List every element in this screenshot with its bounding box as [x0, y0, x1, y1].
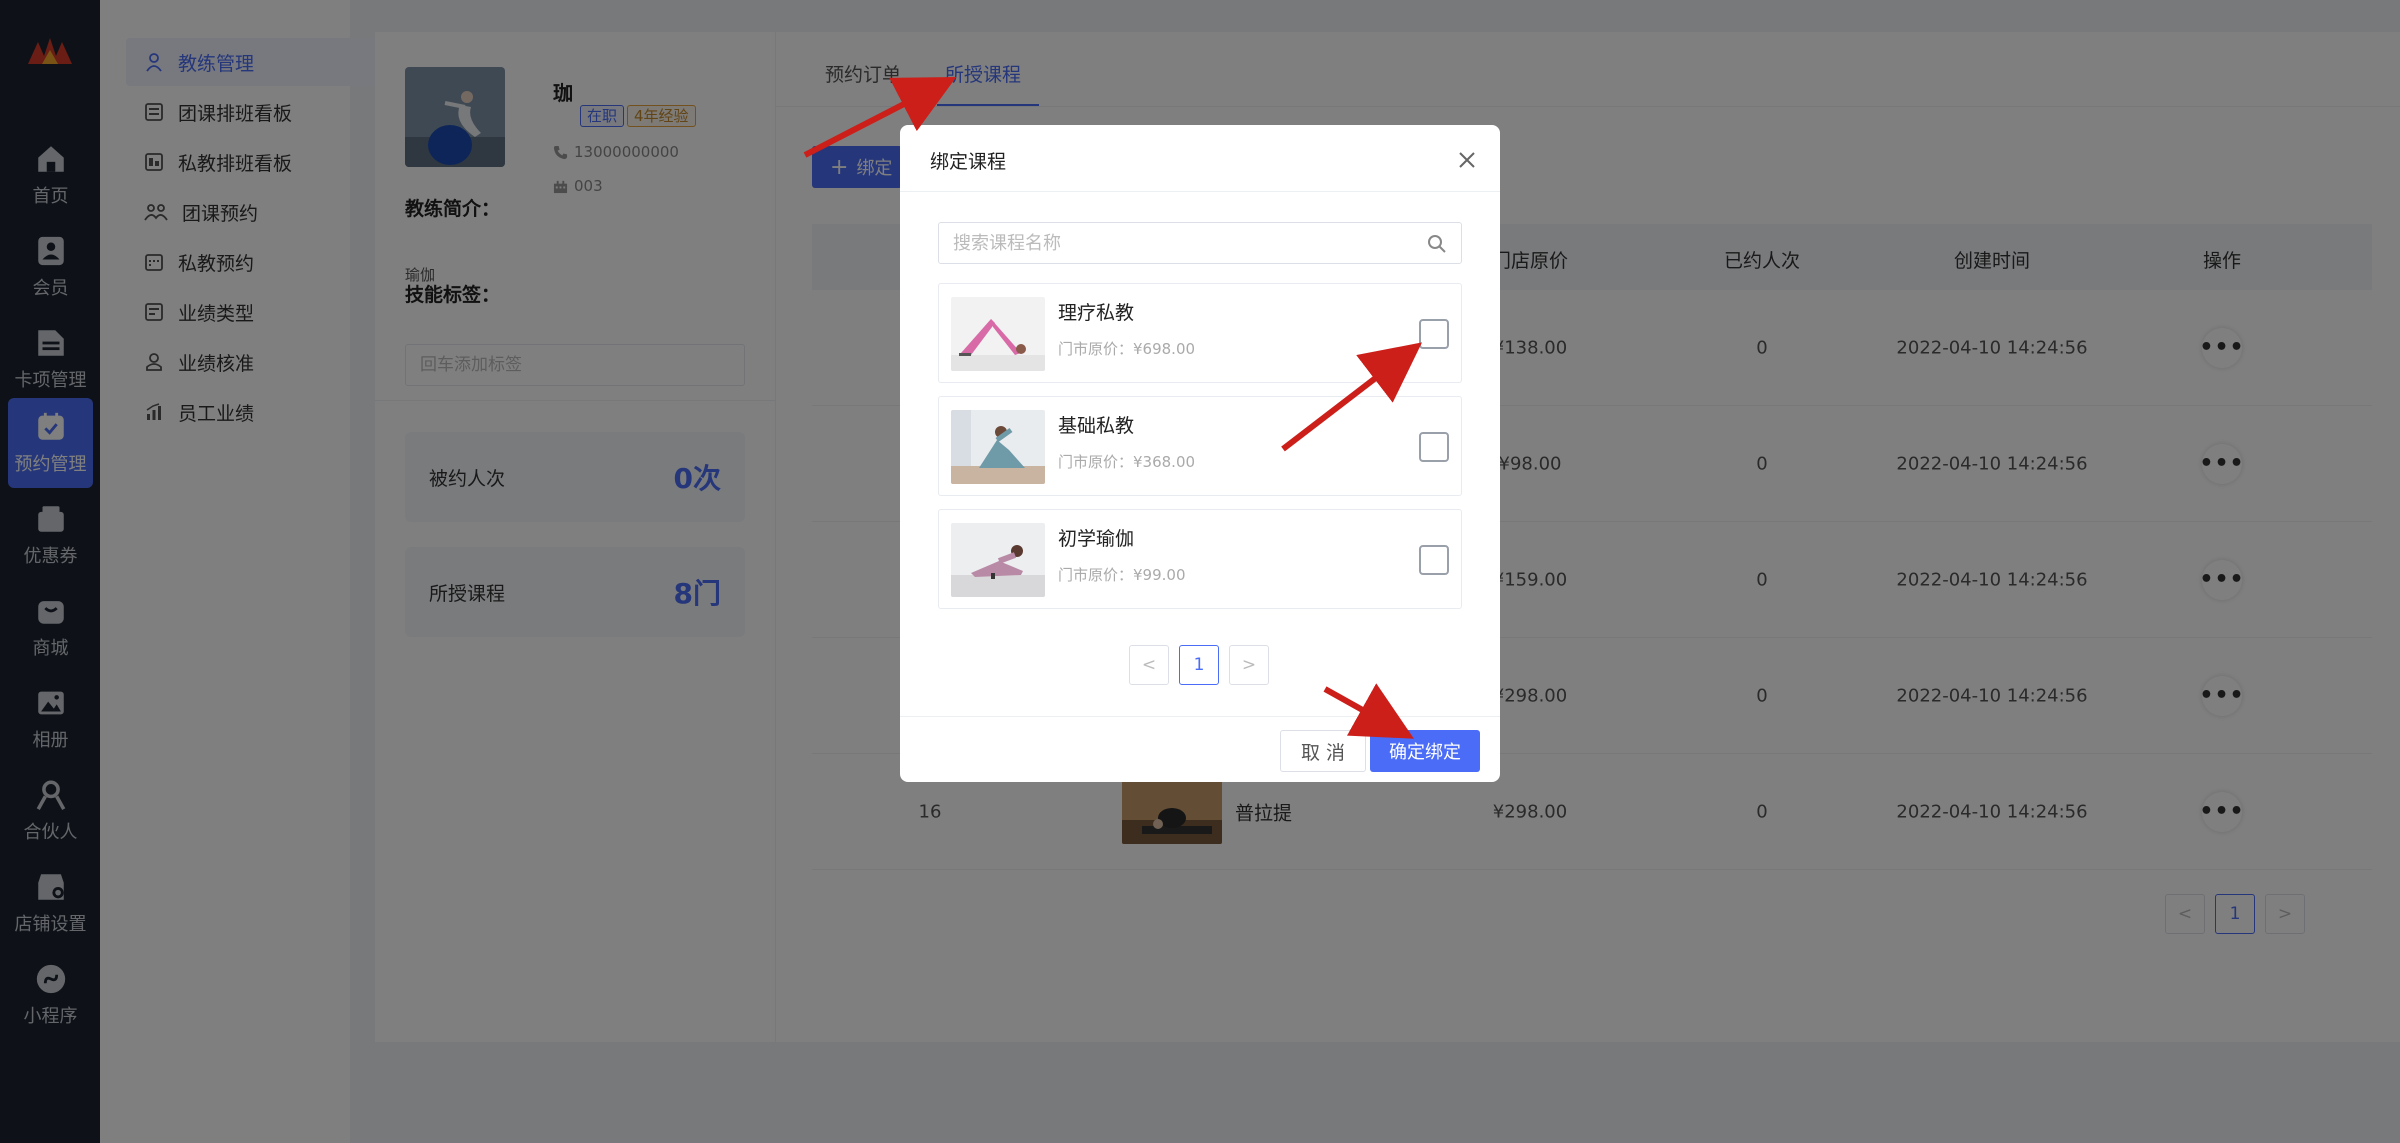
course-option[interactable]: 理疗私教 门市原价：¥698.00	[938, 283, 1462, 383]
dialog-pagination: < 1 >	[1129, 645, 1269, 685]
cancel-button[interactable]: 取 消	[1280, 730, 1366, 772]
course-select-checkbox[interactable]	[1419, 432, 1449, 462]
course-thumbnail	[951, 297, 1045, 371]
course-price: 门市原价：¥99.00	[1058, 566, 1186, 584]
page-button[interactable]: 1	[1179, 645, 1219, 685]
course-option[interactable]: 基础私教 门市原价：¥368.00	[938, 396, 1462, 496]
course-price: 门市原价：¥698.00	[1058, 340, 1196, 358]
course-price: 门市原价：¥368.00	[1058, 453, 1196, 471]
next-page-button[interactable]: >	[1229, 645, 1269, 685]
close-icon[interactable]	[1456, 149, 1478, 171]
course-thumbnail	[951, 523, 1045, 597]
bind-course-dialog: 绑定课程 理疗私教 门市原价：¥698.00 基础私教 门市原价：¥368.00…	[900, 125, 1500, 782]
course-option[interactable]: 初学瑜伽 门市原价：¥99.00	[938, 509, 1462, 609]
divider	[900, 716, 1500, 717]
course-search-box[interactable]	[938, 222, 1462, 264]
confirm-bind-button[interactable]: 确定绑定	[1370, 730, 1480, 772]
dialog-title: 绑定课程	[930, 151, 1007, 173]
course-name: 基础私教	[1058, 415, 1135, 437]
divider	[900, 191, 1500, 192]
course-select-checkbox[interactable]	[1419, 319, 1449, 349]
course-search-input[interactable]	[953, 231, 1413, 255]
course-name: 理疗私教	[1058, 302, 1135, 324]
course-name: 初学瑜伽	[1058, 528, 1135, 550]
course-thumbnail	[951, 410, 1045, 484]
search-icon[interactable]	[1427, 234, 1447, 254]
course-select-checkbox[interactable]	[1419, 545, 1449, 575]
prev-page-button[interactable]: <	[1129, 645, 1169, 685]
